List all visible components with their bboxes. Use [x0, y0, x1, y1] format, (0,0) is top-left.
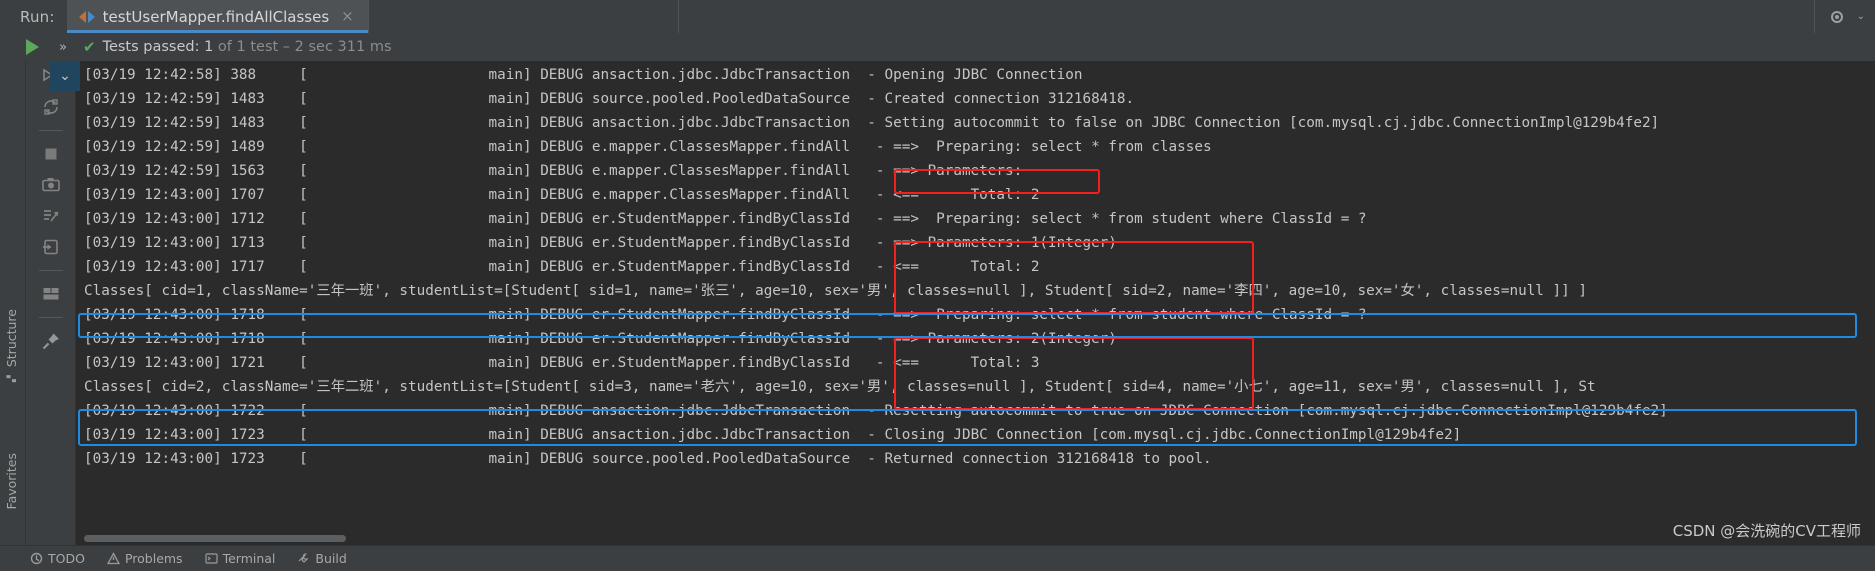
todo-icon [30, 552, 43, 565]
bottom-item-label: Terminal [222, 551, 276, 566]
console-line: [03/19 12:43:00] 1707 [ main] DEBUG e.ma… [84, 187, 1040, 203]
play-icon[interactable] [26, 39, 39, 55]
console-line: [03/19 12:43:00] 1717 [ main] DEBUG er.S… [84, 259, 1040, 275]
left-tool-strip: Structure Favorites [0, 61, 26, 545]
build-icon [297, 552, 310, 565]
run-label: Run: [20, 7, 55, 26]
run-tab-bar: Run: testUserMapper.findAllClasses × ⌄ [0, 0, 1875, 33]
console-line: Classes[ cid=2, className='三年二班', studen… [84, 379, 1596, 395]
console-line: [03/19 12:43:00] 1722 [ main] DEBUG ansa… [84, 403, 1668, 419]
sidebar-item-structure[interactable]: Structure [4, 309, 19, 383]
tab-test-user-mapper[interactable]: testUserMapper.findAllClasses × [66, 0, 368, 33]
bottom-item-problems[interactable]: Problems [106, 551, 183, 566]
bottom-item-label: TODO [48, 551, 85, 566]
bottom-item-terminal[interactable]: Terminal [204, 551, 276, 566]
console-panel: [03/19 12:42:58] 388 [ main] DEBUG ansac… [76, 61, 1875, 545]
ide-run-window: Run: testUserMapper.findAllClasses × ⌄ »… [0, 0, 1875, 571]
rerun-auto-icon[interactable] [40, 96, 62, 118]
run-config-icon [78, 10, 95, 24]
structure-icon [7, 373, 17, 383]
toolbar-divider-3 [38, 317, 63, 318]
expand-all-icon[interactable]: » [59, 40, 67, 55]
console-line: [03/19 12:42:59] 1563 [ main] DEBUG e.ma… [84, 163, 1023, 179]
tab-bar-actions: ⌄ [1813, 0, 1875, 33]
bottom-item-label: Problems [124, 551, 183, 566]
console-line: [03/19 12:43:00] 1723 [ main] DEBUG sour… [84, 451, 1212, 467]
console-line: [03/19 12:43:00] 1718 [ main] DEBUG er.S… [84, 307, 1367, 323]
console-line: [03/19 12:42:58] 388 [ main] DEBUG ansac… [84, 67, 1083, 83]
toolbar-divider [38, 130, 63, 131]
test-status-text: Tests passed: 1 of 1 test – 2 sec 311 ms [103, 39, 392, 55]
test-status-bar: » ✔ Tests passed: 1 of 1 test – 2 sec 31… [0, 33, 1875, 61]
bottom-item-build[interactable]: Build [297, 551, 347, 566]
bottom-item-label: Build [315, 551, 347, 566]
console-line: Classes[ cid=1, className='三年一班', studen… [84, 283, 1587, 299]
ide-bottom-status-bar: TODO Problems Terminal Build [0, 545, 1875, 571]
chevron-down-icon: ⌄ [59, 68, 71, 84]
close-icon[interactable]: × [341, 9, 354, 24]
run-toolbar-gutter: 9 [26, 61, 76, 545]
console-line: [03/19 12:42:59] 1489 [ main] DEBUG e.ma… [84, 139, 1212, 155]
watermark-text: CSDN @会洗碗的CV工程师 [1672, 522, 1861, 540]
run-window-body: Structure Favorites 9 [0, 61, 1875, 545]
status-suffix: of 1 test – 2 sec 311 ms [213, 39, 392, 55]
console-output[interactable]: [03/19 12:42:58] 388 [ main] DEBUG ansac… [76, 61, 1875, 531]
layout-settings-icon[interactable] [40, 283, 62, 305]
sidebar-item-favorites[interactable]: Favorites [4, 453, 19, 509]
status-prefix: Tests passed: [102, 39, 205, 55]
stop-icon[interactable] [40, 143, 62, 165]
favorites-label: Favorites [4, 453, 19, 510]
console-line: [03/19 12:43:00] 1712 [ main] DEBUG er.S… [84, 211, 1367, 227]
console-line: [03/19 12:42:59] 1483 [ main] DEBUG ansa… [84, 115, 1660, 131]
terminal-icon [204, 552, 218, 565]
chevron-down-icon[interactable]: ⌄ [1857, 11, 1865, 22]
console-line: [03/19 12:43:00] 1721 [ main] DEBUG er.S… [84, 355, 1040, 371]
toolbar-divider-2 [38, 270, 63, 271]
camera-icon[interactable] [40, 174, 62, 196]
console-line: [03/19 12:43:00] 1723 [ main] DEBUG ansa… [84, 427, 1462, 443]
console-horizontal-scrollbar[interactable] [76, 531, 1875, 545]
console-line: [03/19 12:43:00] 1713 [ main] DEBUG er.S… [84, 235, 1117, 251]
scrollbar-thumb[interactable] [84, 535, 346, 542]
console-collapse-button[interactable]: ⌄ [50, 61, 80, 91]
tab-bar-segment-1 [367, 0, 678, 33]
export-test-results-icon[interactable] [40, 205, 62, 227]
bottom-item-todo[interactable]: TODO [30, 551, 85, 566]
gear-icon[interactable] [1829, 9, 1845, 25]
check-icon: ✔ [82, 38, 96, 56]
structure-label: Structure [4, 309, 19, 368]
pin-icon[interactable] [40, 330, 62, 352]
console-line: [03/19 12:43:00] 1718 [ main] DEBUG er.S… [84, 331, 1117, 347]
status-count: 1 [204, 39, 214, 55]
import-test-results-icon[interactable] [40, 236, 62, 258]
problems-icon [106, 552, 120, 565]
tab-bar-spacer [677, 0, 1814, 33]
console-line: [03/19 12:42:59] 1483 [ main] DEBUG sour… [84, 91, 1135, 107]
tab-label: testUserMapper.findAllClasses [102, 7, 330, 26]
